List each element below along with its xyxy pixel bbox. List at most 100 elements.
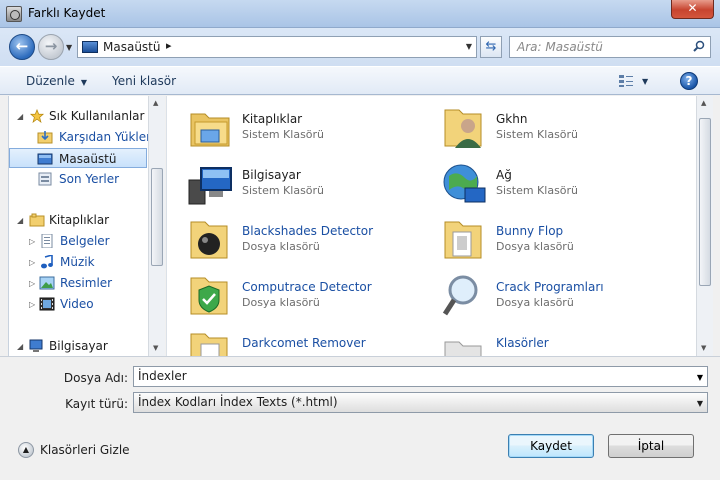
libraries-folder-icon xyxy=(190,113,230,147)
sidebar-item-label: Karşıdan Yüklem xyxy=(59,130,148,144)
file-type: Sistem Klasörü xyxy=(242,128,325,141)
command-bar: Düzenle ▼ Yeni klasör ▼ ? xyxy=(0,66,720,95)
expand-icon[interactable]: ◢ xyxy=(17,112,23,121)
sidebar-item-documents[interactable]: ▷ Belgeler xyxy=(9,231,147,251)
star-icon xyxy=(29,109,45,123)
collapse-icon: ▲ xyxy=(18,442,34,458)
file-name: Ağ xyxy=(496,168,512,182)
sidebar-group-libraries[interactable]: ◢ Kitaplıklar xyxy=(9,210,147,230)
forward-button[interactable]: → xyxy=(38,34,64,60)
sidebar-item-recent-places[interactable]: Son Yerler xyxy=(9,169,147,189)
computer-icon xyxy=(188,167,232,205)
file-name: Klasörler xyxy=(496,336,549,350)
recent-pages-dropdown-icon[interactable]: ▼ xyxy=(66,43,72,52)
file-list: Kitaplıklar Sistem Klasörü Gkhn Sistem K… xyxy=(166,96,696,356)
sidebar-item-music[interactable]: ▷ Müzik xyxy=(9,252,147,272)
file-list-scrollbar[interactable]: ▲ ▼ xyxy=(696,96,713,356)
file-name: Computrace Detector xyxy=(242,280,372,294)
sidebar-item-downloads[interactable]: Karşıdan Yüklem xyxy=(9,127,148,147)
folder-icon xyxy=(190,221,228,259)
sidebar-group-favorites[interactable]: ◢ Sık Kullanılanlar xyxy=(9,106,147,126)
list-item[interactable]: Klasörler xyxy=(441,328,681,356)
filetype-value: İndex Kodları İndex Texts (*.html) xyxy=(138,395,338,409)
list-item[interactable]: Darkcomet Remover xyxy=(187,328,427,356)
filetype-label: Kayıt türü: xyxy=(65,397,128,411)
navigation-pane: ◢ Sık Kullanılanlar Karşıdan Yüklem Masa… xyxy=(8,96,148,356)
scroll-down-icon[interactable]: ▼ xyxy=(153,344,158,352)
cancel-button[interactable]: İptal xyxy=(608,434,694,458)
filetype-select[interactable]: İndex Kodları İndex Texts (*.html) ▼ xyxy=(133,392,708,413)
folder-icon xyxy=(190,277,228,315)
file-type: Sistem Klasörü xyxy=(496,184,579,197)
list-item[interactable]: Ağ Sistem Klasörü xyxy=(441,160,681,214)
sidebar-group-label: Kitaplıklar xyxy=(49,213,110,227)
file-type: Dosya klasörü xyxy=(496,240,574,253)
filename-field[interactable]: İndexler ▼ xyxy=(133,366,708,387)
sidebar-group-computer[interactable]: ◢ Bilgisayar xyxy=(9,336,147,356)
filename-dropdown-icon[interactable]: ▼ xyxy=(697,373,703,382)
back-button[interactable]: ← xyxy=(9,34,35,60)
expand-icon[interactable]: ▷ xyxy=(29,237,35,246)
search-icon xyxy=(693,40,705,52)
sidebar-item-label: Belgeler xyxy=(60,234,110,248)
libraries-icon xyxy=(29,213,45,227)
list-item[interactable]: Gkhn Sistem Klasörü xyxy=(441,104,681,158)
file-type: Dosya klasörü xyxy=(242,240,320,253)
help-icon[interactable]: ? xyxy=(680,72,698,90)
video-icon xyxy=(39,297,55,311)
desktop-icon xyxy=(37,153,53,165)
list-item[interactable]: Bilgisayar Sistem Klasörü xyxy=(187,160,427,214)
view-options-icon[interactable] xyxy=(618,74,634,88)
sidebar-item-label: Masaüstü xyxy=(59,152,117,166)
scroll-up-icon[interactable]: ▲ xyxy=(153,99,158,107)
sidebar-group-label: Bilgisayar xyxy=(49,339,108,353)
list-item[interactable]: Blackshades Detector Dosya klasörü xyxy=(187,216,427,270)
music-icon xyxy=(41,255,53,269)
scroll-up-icon[interactable]: ▲ xyxy=(701,99,706,107)
file-name: Gkhn xyxy=(496,112,528,126)
file-type: Sistem Klasörü xyxy=(496,128,579,141)
list-item[interactable]: Bunny Flop Dosya klasörü xyxy=(441,216,681,270)
expand-icon[interactable]: ▷ xyxy=(29,258,35,267)
close-button[interactable]: ✕ xyxy=(671,0,714,19)
folder-icon xyxy=(444,221,482,259)
download-folder-icon xyxy=(37,131,53,144)
save-button[interactable]: Kaydet xyxy=(508,434,594,458)
scroll-thumb[interactable] xyxy=(699,118,711,286)
sidebar-scrollbar[interactable]: ▲ ▼ xyxy=(148,96,165,356)
search-placeholder: Ara: Masaüstü xyxy=(517,40,603,54)
scroll-thumb[interactable] xyxy=(151,168,163,266)
file-name: Blackshades Detector xyxy=(242,224,374,238)
list-item[interactable]: Kitaplıklar Sistem Klasörü xyxy=(187,104,427,158)
sidebar-item-desktop[interactable]: Masaüstü xyxy=(9,148,147,168)
folder-icon xyxy=(190,333,228,356)
title-bar: Farklı Kaydet ✕ xyxy=(0,0,720,28)
expand-icon[interactable]: ▷ xyxy=(29,279,35,288)
filetype-dropdown-icon[interactable]: ▼ xyxy=(697,399,703,408)
refresh-button[interactable]: ⇆ xyxy=(480,36,502,58)
filename-value[interactable]: İndexler xyxy=(138,369,187,383)
expand-icon[interactable]: ◢ xyxy=(17,216,23,225)
new-folder-button[interactable]: Yeni klasör xyxy=(112,74,176,88)
file-type: Dosya klasörü xyxy=(496,296,574,309)
sidebar-item-label: Son Yerler xyxy=(59,172,120,186)
address-bar[interactable]: Masaüstü ▸ ▼ xyxy=(77,36,477,58)
breadcrumb-location[interactable]: Masaüstü xyxy=(103,40,160,54)
expand-icon[interactable]: ◢ xyxy=(17,342,23,351)
expand-icon[interactable]: ▷ xyxy=(29,300,35,309)
filename-label: Dosya Adı: xyxy=(63,371,128,385)
network-icon xyxy=(443,164,486,203)
sidebar-group-label: Sık Kullanılanlar xyxy=(49,109,145,123)
sidebar-item-pictures[interactable]: ▷ Resimler xyxy=(9,273,147,293)
address-dropdown-icon[interactable]: ▼ xyxy=(466,42,472,51)
list-item[interactable]: Crack Programları Dosya klasörü xyxy=(441,272,681,326)
view-dropdown-icon[interactable]: ▼ xyxy=(642,77,648,86)
breadcrumb-separator[interactable]: ▸ xyxy=(166,39,172,52)
file-type: Dosya klasörü xyxy=(242,296,320,309)
sidebar-item-video[interactable]: ▷ Video xyxy=(9,294,147,314)
scroll-down-icon[interactable]: ▼ xyxy=(701,344,706,352)
organize-button[interactable]: Düzenle ▼ xyxy=(26,74,87,88)
list-item[interactable]: Computrace Detector Dosya klasörü xyxy=(187,272,427,326)
search-folder-icon xyxy=(442,275,478,316)
search-input[interactable]: Ara: Masaüstü xyxy=(509,36,711,58)
